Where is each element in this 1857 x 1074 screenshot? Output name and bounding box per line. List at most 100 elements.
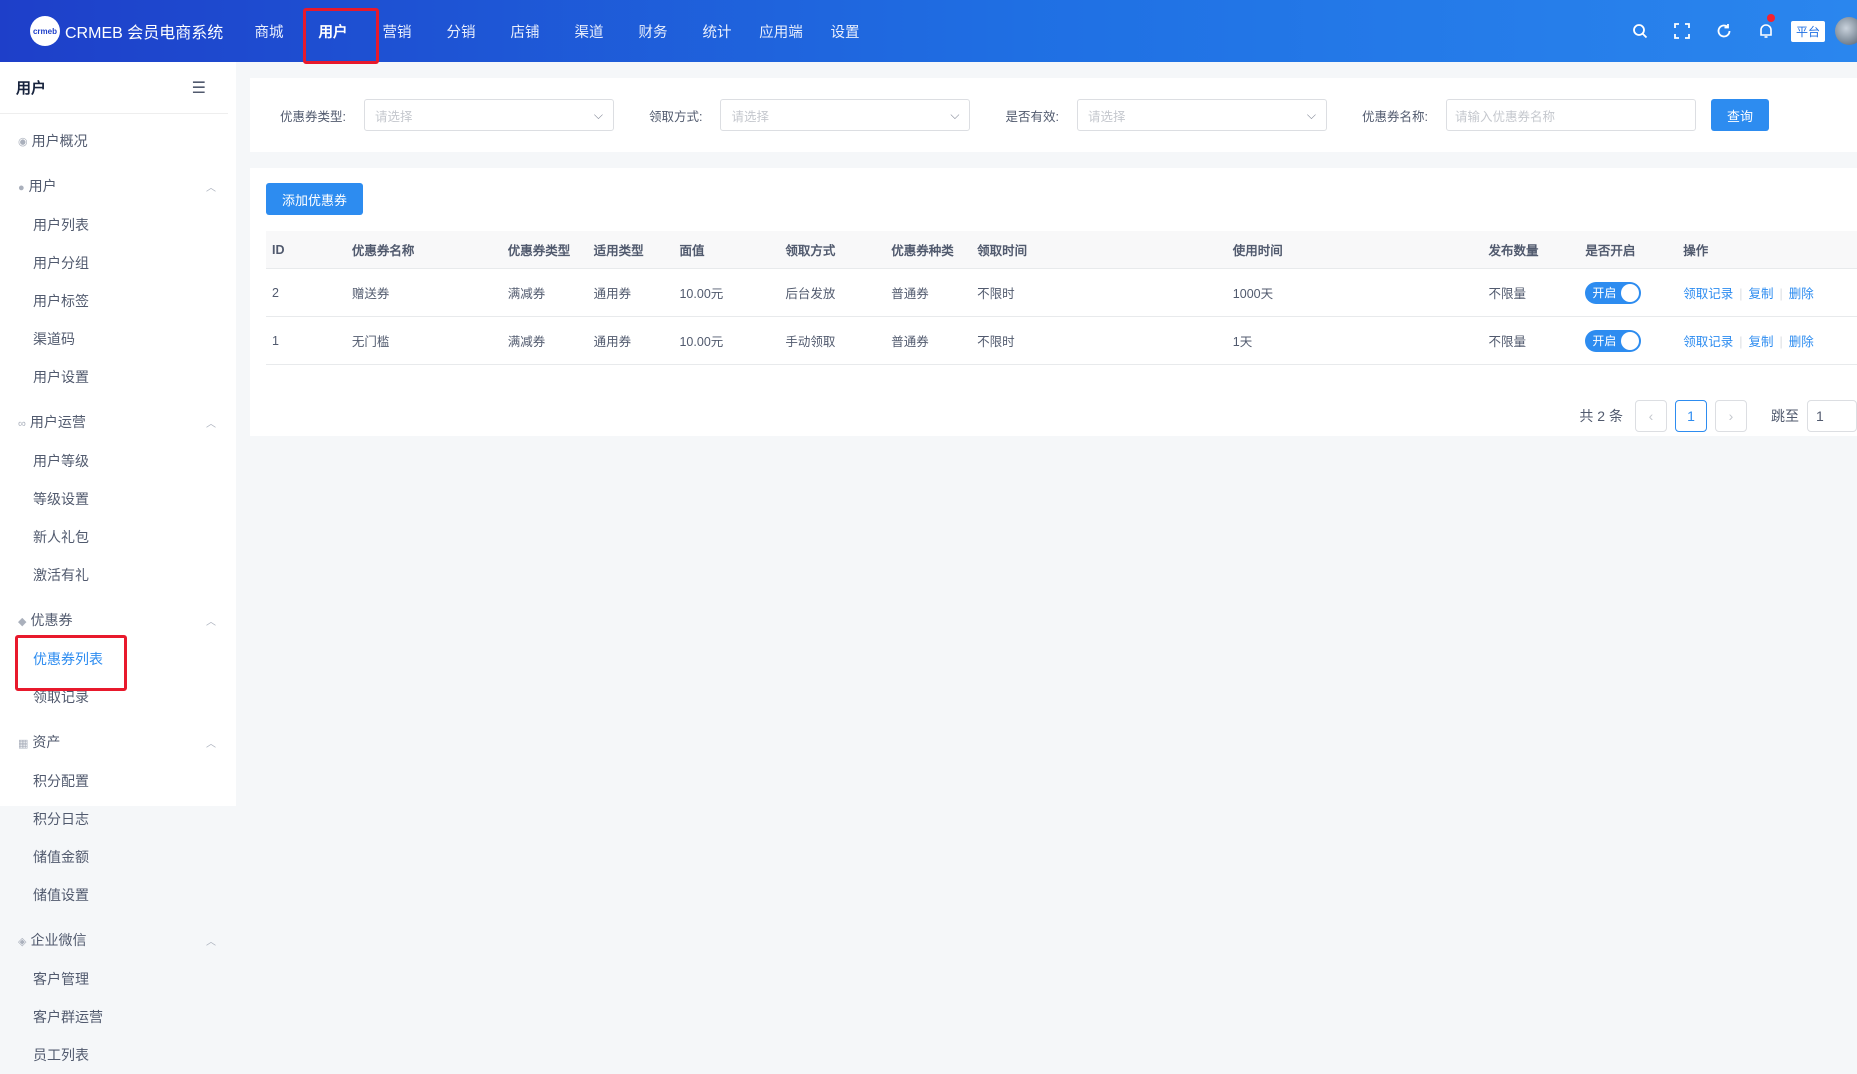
cell-count: 不限量 [1488, 335, 1526, 349]
sidebar-item-coupon-list[interactable]: 优惠券列表 [15, 635, 141, 691]
delete-link[interactable]: 删除 [1789, 287, 1814, 301]
select-placeholder: 请选择 [731, 109, 769, 124]
nav-item-marketing[interactable]: 营销 [365, 0, 429, 62]
sidebar-item-points-config[interactable]: 积分配置 [33, 762, 141, 800]
nav-item-store[interactable]: 店铺 [493, 0, 557, 62]
col-kind: 优惠券种类 [891, 244, 954, 258]
refresh-icon[interactable] [1703, 0, 1745, 62]
cell-apply: 通用券 [593, 335, 632, 349]
sidebar-header: 用户 ☰ [0, 62, 228, 114]
select-placeholder: 请选择 [374, 109, 413, 124]
valid-select[interactable]: 请选择 ⌵ [1076, 99, 1327, 131]
sidebar-group-coupon[interactable]: ◆ 优惠券 ︿ [0, 600, 236, 640]
sidebar-item-activation-gift[interactable]: 激活有礼 [33, 556, 141, 594]
add-coupon-button[interactable]: 添加优惠券 [266, 183, 364, 215]
sidebar-item-stored-amount[interactable]: 储值金额 [33, 838, 141, 876]
filter-bar: 优惠券类型: 请选择 ⌵ 领取方式: 请选择 ⌵ 是否有效: 请选择 ⌵ 优惠券… [250, 78, 1857, 152]
nav-item-channel[interactable]: 渠道 [557, 0, 621, 62]
jump-label: 跳至 [1771, 408, 1799, 424]
next-page-button[interactable]: › [1715, 400, 1747, 432]
chevron-right-icon: › [1728, 408, 1734, 424]
delete-link[interactable]: 删除 [1789, 335, 1814, 349]
nav-item-settings[interactable]: 设置 [813, 0, 877, 62]
sidebar-item-user-group[interactable]: 用户分组 [33, 244, 141, 282]
col-type: 优惠券类型 [507, 244, 571, 258]
cell-count: 不限量 [1488, 287, 1526, 301]
copy-link[interactable]: 复制 [1748, 287, 1773, 301]
sidebar-item-customer-manage[interactable]: 客户管理 [33, 960, 141, 998]
sidebar-item-user-tag[interactable]: 用户标签 [33, 282, 141, 320]
cell-id: 1 [272, 333, 279, 348]
bell-icon[interactable] [1745, 0, 1787, 62]
sidebar-item-level-settings[interactable]: 等级设置 [33, 480, 141, 518]
platform-tag[interactable]: 平台 [1790, 20, 1825, 42]
nav-item-user[interactable]: 用户 [301, 0, 379, 64]
sidebar-item-user-settings[interactable]: 用户设置 [33, 358, 141, 396]
sidebar-group-label: 企业微信 [30, 932, 87, 948]
divider: | [1739, 335, 1743, 349]
query-button[interactable]: 查询 [1710, 99, 1769, 131]
notification-dot [1766, 14, 1775, 22]
claim-way-select[interactable]: 请选择 ⌵ [720, 99, 971, 131]
coupon-type-label: 优惠券类型: [280, 109, 346, 124]
cell-name: 无门槛 [351, 335, 390, 349]
table-row: 2 赠送券 满减券 通用券 10.00元 后台发放 普通券 不限时 1000天 … [266, 269, 1857, 317]
sidebar-item-stored-settings[interactable]: 储值设置 [33, 876, 141, 914]
chat-icon: ◈ [18, 936, 27, 948]
sidebar-group-assets[interactable]: ▦ 资产 ︿ [0, 722, 236, 762]
chevron-up-icon: ︿ [206, 738, 216, 750]
sidebar-item-user-list[interactable]: 用户列表 [33, 206, 141, 244]
coupon-name-label: 优惠券名称: [1361, 109, 1428, 124]
enable-switch[interactable]: 开启 [1585, 281, 1642, 304]
chevron-down-icon: ⌵ [593, 107, 603, 122]
nav-item-mall[interactable]: 商城 [237, 0, 301, 62]
chevron-up-icon: ︿ [206, 182, 216, 194]
total-count: 共 2 条 [1579, 408, 1623, 424]
sidebar-group-user[interactable]: ● 用户 ︿ [0, 166, 236, 206]
user-circle-icon: ◉ [18, 135, 28, 148]
menu-collapse-icon[interactable]: ☰ [192, 78, 206, 98]
cell-actions: 领取记录 | 复制 | 删除 [1677, 331, 1857, 350]
chevron-up-icon: ︿ [206, 936, 216, 948]
search-icon[interactable] [1619, 0, 1661, 62]
cell-value: 10.00元 [679, 335, 724, 349]
cell-way: 手动领取 [785, 335, 836, 349]
chevron-up-icon: ︿ [206, 616, 216, 628]
cell-id: 2 [272, 285, 279, 300]
claim-records-link[interactable]: 领取记录 [1683, 287, 1733, 301]
main-content: 优惠券类型: 请选择 ⌵ 领取方式: 请选择 ⌵ 是否有效: 请选择 ⌵ 优惠券… [250, 78, 1857, 436]
sidebar-item-newcomer-gift[interactable]: 新人礼包 [33, 518, 141, 556]
copy-link[interactable]: 复制 [1748, 335, 1773, 349]
nav-item-app[interactable]: 应用端 [749, 0, 813, 62]
claim-records-link[interactable]: 领取记录 [1683, 335, 1733, 349]
sidebar-item-overview[interactable]: ◉ 用户概况 [0, 122, 236, 160]
prev-page-button[interactable]: ‹ [1635, 400, 1667, 432]
claim-way-label: 领取方式: [648, 109, 703, 124]
input-placeholder: 请输入优惠券名称 [1454, 109, 1555, 124]
sidebar-item-staff-list[interactable]: 员工列表 [33, 1036, 141, 1074]
coupon-name-input[interactable]: 请输入优惠券名称 [1445, 99, 1696, 131]
sidebar-item-customer-group-ops[interactable]: 客户群运营 [33, 998, 141, 1036]
coupon-type-select[interactable]: 请选择 ⌵ [363, 99, 614, 131]
sidebar-group-user-ops[interactable]: ∞ 用户运营 ︿ [0, 402, 236, 442]
logo[interactable]: crmeb CRMEB 会员电商系统 [0, 16, 237, 46]
jump-input[interactable]: 1 [1807, 400, 1857, 432]
page-button[interactable]: 1 [1675, 400, 1707, 432]
sidebar-group-wecom[interactable]: ◈ 企业微信 ︿ [0, 920, 236, 960]
col-use-time: 使用时间 [1232, 244, 1283, 258]
sidebar-item-channel-code[interactable]: 渠道码 [33, 320, 141, 358]
enable-switch[interactable]: 开启 [1585, 329, 1642, 352]
avatar[interactable] [1835, 17, 1857, 45]
col-count: 发布数量 [1488, 244, 1539, 258]
sidebar-item-user-level[interactable]: 用户等级 [33, 442, 141, 480]
sidebar-item-label: 用户概况 [31, 133, 88, 149]
divider: | [1779, 335, 1783, 349]
nav-item-statistics[interactable]: 统计 [685, 0, 749, 62]
nav-item-finance[interactable]: 财务 [621, 0, 685, 62]
fullscreen-icon[interactable] [1661, 0, 1703, 62]
cell-use-time: 1000天 [1232, 287, 1274, 301]
nav-item-distribution[interactable]: 分销 [429, 0, 493, 62]
select-placeholder: 请选择 [1087, 109, 1126, 124]
cell-apply: 通用券 [593, 287, 632, 301]
header-tools: 平台 [1619, 0, 1857, 62]
